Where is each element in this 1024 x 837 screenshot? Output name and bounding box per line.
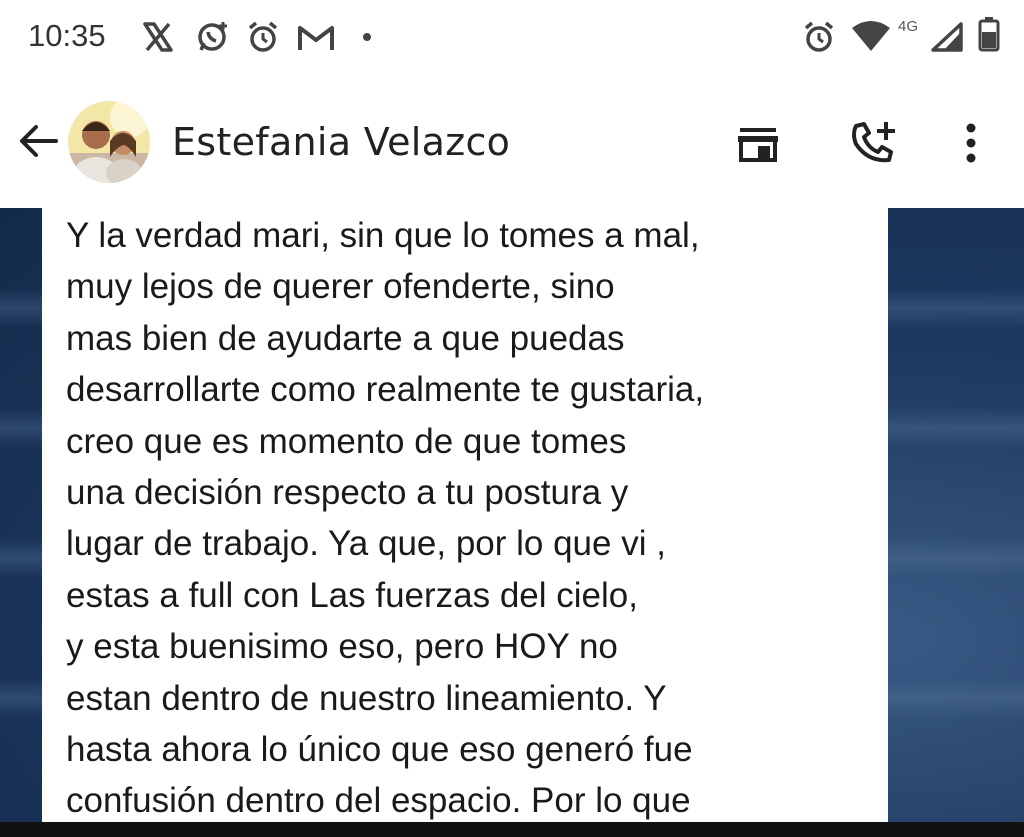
signal-icon bbox=[931, 22, 963, 52]
chat-header: Estefania Velazco bbox=[0, 78, 1024, 208]
more-vert-icon[interactable] bbox=[964, 122, 978, 164]
alarm-icon bbox=[804, 21, 834, 52]
message-bubble[interactable]: Y la verdad mari, sin que lo tomes a mal… bbox=[42, 208, 888, 822]
add-call-icon[interactable] bbox=[850, 120, 898, 164]
status-time: 10:35 bbox=[28, 18, 106, 53]
avatar[interactable] bbox=[68, 101, 150, 183]
storefront-icon[interactable] bbox=[736, 126, 780, 162]
alarm-icon bbox=[248, 21, 278, 52]
gmail-icon bbox=[298, 26, 334, 50]
contact-name[interactable]: Estefania Velazco bbox=[172, 120, 510, 164]
navigation-bar bbox=[0, 822, 1024, 837]
status-bar: 10:35 4G bbox=[0, 0, 1024, 78]
dot-icon bbox=[363, 33, 371, 41]
message-text: Y la verdad mari, sin que lo tomes a mal… bbox=[66, 216, 705, 821]
network-label: 4G bbox=[898, 18, 919, 35]
arrow-left-icon[interactable] bbox=[18, 124, 58, 158]
wifi-icon bbox=[852, 21, 890, 51]
battery-icon bbox=[978, 17, 1000, 52]
whatsapp-business-icon bbox=[198, 22, 227, 51]
x-icon bbox=[143, 22, 173, 52]
